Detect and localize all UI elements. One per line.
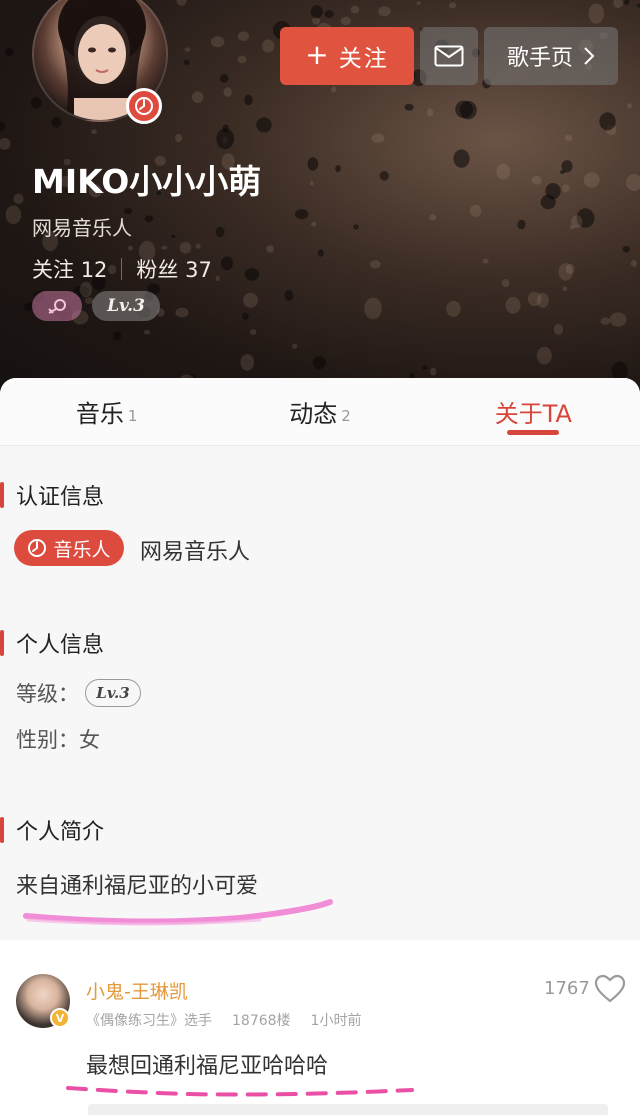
- like-count: 1767: [544, 978, 590, 999]
- tab-events-count: 2: [341, 406, 351, 425]
- intro-text: 来自通利福尼亚的小可爱: [16, 874, 259, 899]
- section-bar: [0, 630, 4, 656]
- comment-time: 1小时前: [310, 1013, 362, 1029]
- profile-header: + 关注 歌手页 MIKO小小小萌 网易音乐人 关注 12 粉丝 37 Lv.3: [0, 0, 640, 400]
- cert-badge-label: 音乐人: [53, 538, 111, 561]
- tab-music-count: 1: [127, 406, 138, 425]
- singer-page-button[interactable]: 歌手页: [484, 27, 618, 85]
- level-value-badge: Lv.3: [85, 679, 141, 707]
- following-label: 关注: [32, 258, 74, 282]
- tab-about-label: 关于TA: [494, 400, 572, 428]
- follow-button[interactable]: + 关注: [280, 27, 414, 85]
- pink-dashed-underline: [66, 1086, 414, 1097]
- following-stat[interactable]: 关注 12: [32, 254, 107, 284]
- fans-count: 37: [185, 258, 212, 282]
- pink-highlight-stroke: [23, 899, 333, 926]
- singer-page-label: 歌手页: [506, 46, 573, 71]
- active-tab-indicator: [507, 430, 560, 435]
- profile-tabs: 音乐 1 动态 2 关于TA: [0, 378, 640, 446]
- tab-events[interactable]: 动态 2: [213, 378, 426, 445]
- user-tags: Lv.3: [32, 291, 160, 321]
- level-label: 等级：: [16, 682, 79, 706]
- female-icon: [32, 291, 82, 321]
- intro-section-title: 个人简介: [0, 815, 104, 845]
- personal-section-title: 个人信息: [0, 628, 104, 658]
- comment-text: 最想回通利福尼亚哈哈哈: [86, 1054, 329, 1079]
- heart-icon[interactable]: [594, 974, 626, 1004]
- commenter-tag: 《偶像练习生》选手: [86, 1013, 212, 1029]
- level-line: 等级： Lv.3: [16, 678, 141, 708]
- cert-title: 认证信息: [16, 485, 105, 510]
- chevron-right-icon: [584, 47, 595, 65]
- username: MIKO小小小萌: [32, 162, 262, 201]
- fans-stat[interactable]: 粉丝 37: [136, 254, 211, 284]
- tab-about[interactable]: 关于TA: [427, 378, 640, 445]
- user-subtitle: 网易音乐人: [32, 216, 132, 240]
- mail-icon: [434, 45, 464, 67]
- section-bar: [0, 482, 4, 508]
- musician-badge-icon: [126, 88, 162, 124]
- commenter-name[interactable]: 小鬼-王琳凯: [86, 977, 188, 1004]
- personal-title: 个人信息: [16, 633, 105, 658]
- plus-icon: +: [305, 37, 331, 71]
- comment-item: V 小鬼-王琳凯 《偶像练习生》选手 18768楼 1小时前 1767 最想回通…: [0, 940, 640, 1115]
- tab-music-label: 音乐: [75, 400, 124, 428]
- level-badge: Lv.3: [92, 291, 160, 321]
- cert-section-title: 认证信息: [0, 480, 104, 510]
- gender-line: 性别：女: [16, 728, 100, 752]
- following-count: 12: [80, 258, 108, 282]
- stats-divider: [121, 258, 123, 280]
- comment-meta: 《偶像练习生》选手 18768楼 1小时前: [86, 1010, 361, 1030]
- follow-label: 关注: [338, 46, 389, 72]
- tab-events-label: 动态: [289, 400, 338, 428]
- comment-floor: 18768楼: [232, 1013, 291, 1029]
- section-bar: [0, 817, 4, 843]
- user-stats: 关注 12 粉丝 37: [32, 254, 212, 284]
- intro-title: 个人简介: [16, 820, 105, 845]
- music-clock-icon: [28, 539, 47, 557]
- musician-cert-badge: 音乐人: [14, 530, 124, 566]
- fans-label: 粉丝: [136, 258, 179, 282]
- tab-music[interactable]: 音乐 1: [0, 378, 213, 445]
- profile-panel: 音乐 1 动态 2 关于TA 认证信息 音乐人 网易音乐人 个人信息 等级： L…: [0, 378, 640, 930]
- message-button[interactable]: [420, 27, 478, 85]
- verified-v-icon: V: [50, 1008, 70, 1028]
- next-comment-strip: [88, 1104, 608, 1115]
- cert-text: 网易音乐人: [140, 540, 251, 565]
